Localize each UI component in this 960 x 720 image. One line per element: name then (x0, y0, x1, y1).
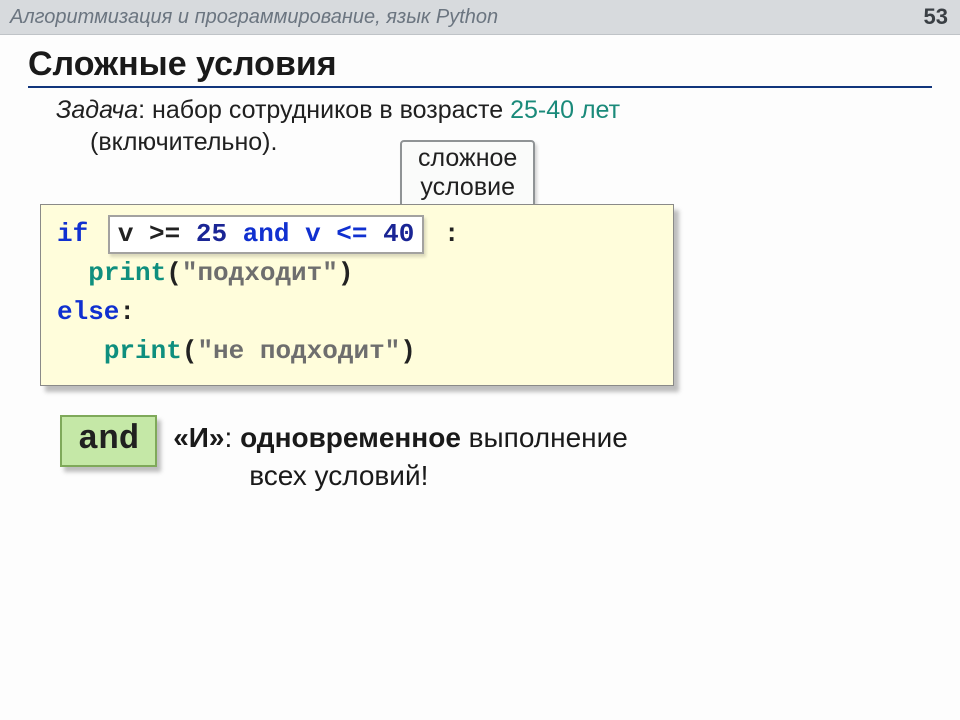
task-label: Задача (56, 96, 138, 124)
breadcrumb: Алгоритмизация и программирование, язык … (10, 6, 498, 29)
str-no: "не подходит" (197, 336, 400, 366)
header-bar: Алгоритмизация и программирование, язык … (0, 0, 960, 35)
cond-mid: and v <= (227, 219, 383, 249)
cond-num2: 40 (383, 219, 414, 249)
and-line2: всех условий! (249, 457, 628, 495)
page-title: Сложные условия (28, 45, 932, 88)
cond-prefix: v >= (118, 219, 196, 249)
task-inclusive: (включительно). (90, 128, 277, 157)
task-range: 25-40 лет (510, 96, 620, 124)
fn-print-1: print (88, 258, 166, 288)
and-text: «И»: одновременное выполнение всех услов… (173, 419, 628, 495)
task-before: : набор сотрудников в возрасте (138, 96, 510, 124)
colon-1: : (444, 219, 460, 249)
code-line-2: print("подходит") (57, 254, 657, 293)
callout-box: сложное условие (400, 140, 535, 210)
code-line-4: print("не подходит") (57, 332, 657, 371)
kw-else: else (57, 297, 119, 327)
cond-num1: 25 (196, 219, 227, 249)
and-line1-bold: одновременное (240, 422, 461, 453)
str-ok: "подходит" (182, 258, 338, 288)
callout-line2: условие (420, 173, 515, 201)
code-line-3: else: (57, 293, 657, 332)
kw-if: if (57, 219, 88, 249)
and-box: and (60, 415, 157, 467)
task-line: Задача: набор сотрудников в возрасте 25-… (56, 94, 960, 128)
and-line1-rest: выполнение (461, 422, 628, 453)
code-box: if v >= 25 and v <= 40 : print("подходит… (40, 204, 674, 386)
condition-highlight: v >= 25 and v <= 40 (108, 215, 424, 254)
page-number: 53 (924, 4, 948, 30)
and-row: and «И»: одновременное выполнение всех у… (60, 415, 628, 495)
callout-line1: сложное (418, 144, 517, 172)
colon-2: : (119, 297, 135, 327)
code-line-1: if v >= 25 and v <= 40 : (57, 215, 657, 254)
and-quote: «И» (173, 422, 224, 453)
fn-print-2: print (104, 336, 182, 366)
